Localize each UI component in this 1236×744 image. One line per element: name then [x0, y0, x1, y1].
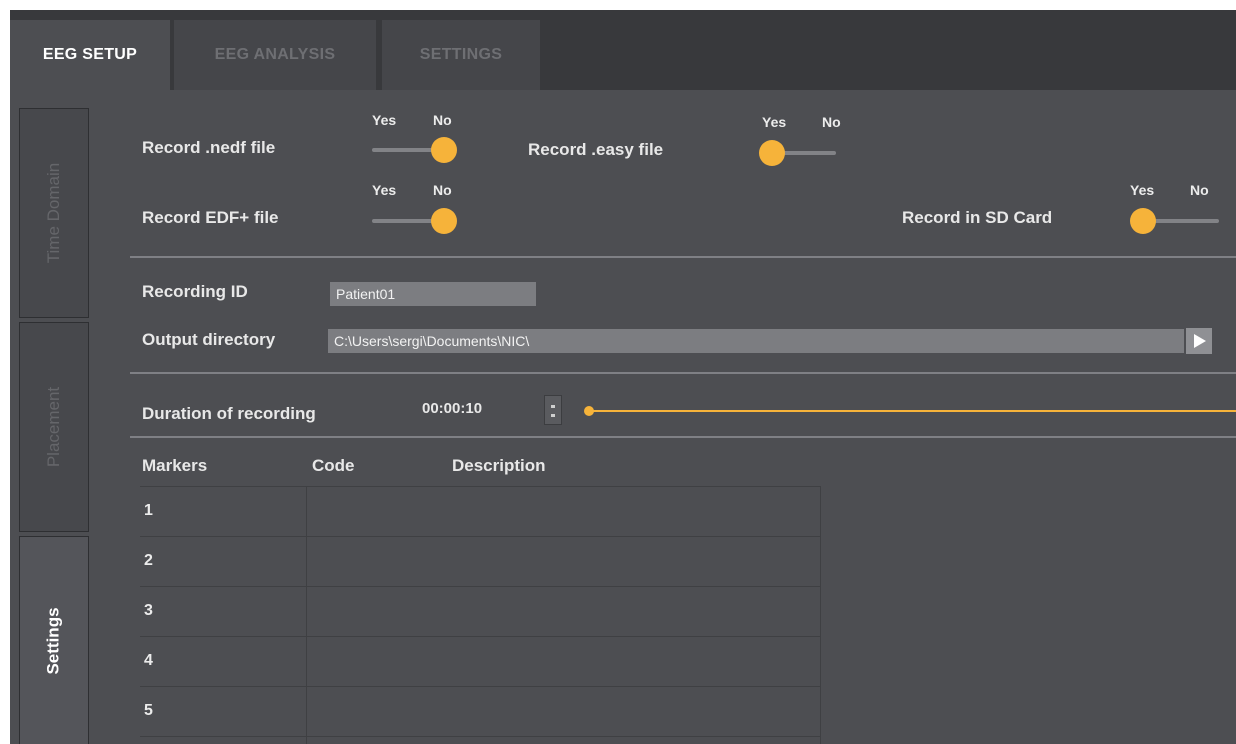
table-row-divider	[140, 586, 821, 587]
record-nedf-yes-label: Yes	[372, 112, 397, 128]
table-row[interactable]: 2	[144, 552, 153, 570]
side-tab-placement[interactable]: Placement	[19, 322, 89, 532]
table-row-divider	[140, 636, 821, 637]
record-nedf-no-label: No	[433, 112, 452, 128]
table-row-divider	[140, 686, 821, 687]
record-sd-toggle[interactable]	[1130, 208, 1219, 234]
table-row[interactable]: 4	[144, 652, 153, 670]
description-header: Description	[452, 456, 546, 475]
table-row[interactable]: 5	[144, 702, 153, 720]
duration-label: Duration of recording	[142, 404, 316, 423]
side-tab-time-domain-label: Time Domain	[44, 162, 64, 264]
eeg-setup-window: EEG SETUP EEG ANALYSIS SETTINGS Time Dom…	[10, 10, 1236, 744]
browse-directory-button[interactable]	[1186, 328, 1212, 354]
record-nedf-toggle[interactable]	[372, 137, 457, 163]
divider	[130, 436, 1236, 438]
tab-settings[interactable]: SETTINGS	[382, 20, 540, 90]
recording-id-input[interactable]: Patient01	[330, 282, 536, 306]
record-edf-yes-label: Yes	[372, 182, 397, 198]
record-edf-label: Record EDF+ file	[142, 208, 279, 227]
toggle-knob[interactable]	[431, 208, 457, 234]
record-easy-no-label: No	[822, 114, 841, 130]
toggle-knob[interactable]	[1130, 208, 1156, 234]
duration-slider-handle[interactable]	[584, 406, 594, 416]
toggle-knob[interactable]	[759, 140, 785, 166]
record-edf-no-label: No	[433, 182, 452, 198]
table-row[interactable]: 3	[144, 602, 153, 620]
duration-stepper[interactable]	[544, 395, 562, 425]
record-easy-yes-label: Yes	[762, 114, 787, 130]
output-directory-input[interactable]: C:\Users\sergi\Documents\NIC\	[328, 329, 1184, 353]
record-sd-yes-label: Yes	[1130, 182, 1155, 198]
tab-eeg-analysis[interactable]: EEG ANALYSIS	[174, 20, 376, 90]
table-row-divider	[140, 536, 821, 537]
side-tab-settings-label: Settings	[44, 607, 63, 675]
record-nedf-label: Record .nedf file	[142, 138, 276, 157]
toggle-knob[interactable]	[431, 137, 457, 163]
side-tab-settings[interactable]: Settings	[19, 536, 89, 744]
code-header: Code	[312, 456, 355, 475]
output-directory-label: Output directory	[142, 330, 276, 349]
record-sd-label: Record in SD Card	[902, 208, 1053, 227]
tab-eeg-setup[interactable]: EEG SETUP	[10, 20, 170, 90]
divider	[130, 256, 1236, 258]
duration-value[interactable]: 00:00:10	[422, 400, 482, 417]
record-sd-no-label: No	[1190, 182, 1209, 198]
record-edf-toggle[interactable]	[372, 208, 457, 234]
side-tab-time-domain[interactable]: Time Domain	[19, 108, 89, 318]
table-row-divider	[140, 736, 821, 737]
markers-header: Markers	[142, 456, 208, 475]
table-column-divider	[306, 486, 307, 744]
record-easy-label: Record .easy file	[528, 140, 664, 159]
table-column-divider	[820, 486, 821, 744]
record-easy-toggle[interactable]	[759, 140, 836, 166]
side-tab-placement-label: Placement	[44, 386, 64, 468]
main-tab-bar: EEG SETUP EEG ANALYSIS SETTINGS	[10, 10, 1236, 90]
table-row-divider	[140, 486, 821, 487]
divider	[130, 372, 1236, 374]
duration-slider-track[interactable]	[590, 410, 1236, 412]
recording-id-label: Recording ID	[142, 282, 248, 301]
table-row[interactable]: 1	[144, 502, 153, 520]
